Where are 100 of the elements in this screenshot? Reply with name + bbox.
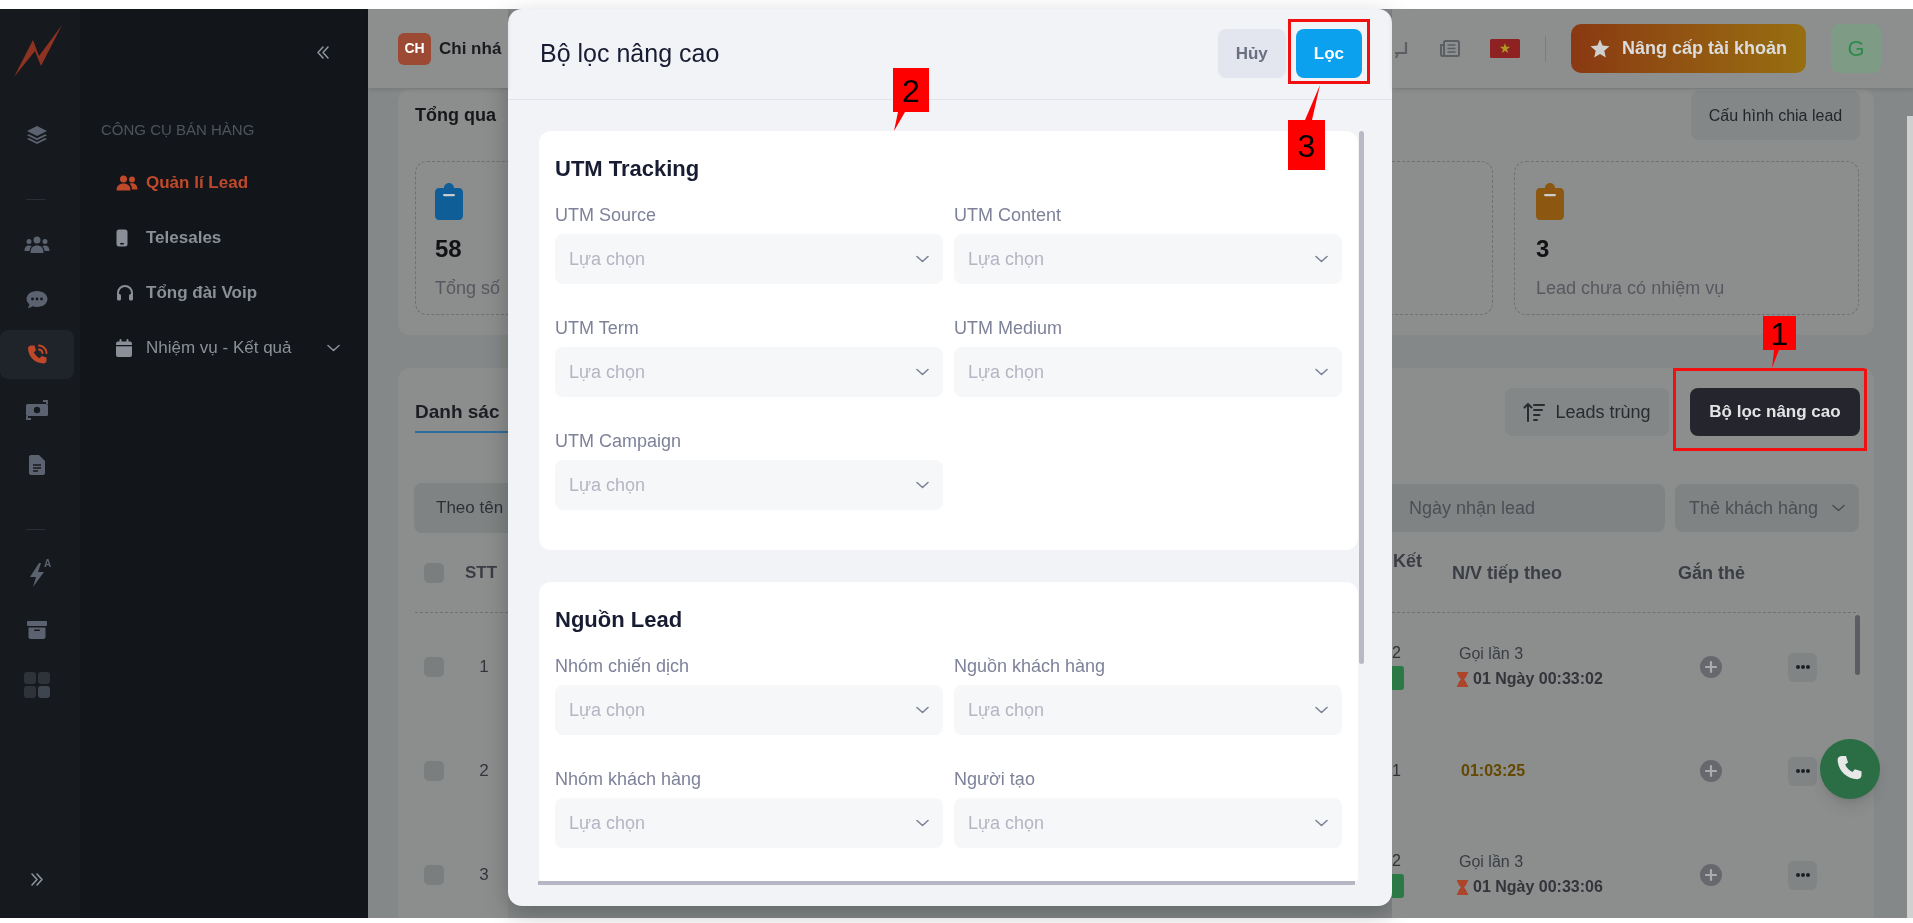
users-icon <box>24 235 50 254</box>
callout-label: 2 <box>893 68 930 132</box>
chevron-down-icon <box>1315 255 1328 263</box>
chevron-down-icon[interactable] <box>327 343 340 352</box>
hourglass-icon <box>1457 879 1468 895</box>
apply-filter-button[interactable]: Lọc <box>1295 29 1362 78</box>
field-label: UTM Medium <box>954 317 1063 340</box>
sort-icon <box>1523 402 1546 422</box>
logo-icon <box>14 25 62 77</box>
calendar-icon <box>116 338 132 357</box>
plus-circle-icon[interactable] <box>1700 864 1722 886</box>
field-label: Nguồn khách hàng <box>954 655 1107 678</box>
headphones-icon <box>116 284 134 301</box>
phone-icon <box>26 344 48 365</box>
select-field[interactable]: Lựa chọn <box>954 798 1342 848</box>
select-field[interactable]: Lựa chọn <box>555 798 943 848</box>
callout-label: 1 <box>1763 316 1797 369</box>
rail-item[interactable] <box>0 330 74 379</box>
document-icon <box>29 454 45 475</box>
branch-name[interactable]: Chi nhá <box>439 35 502 62</box>
select-field[interactable]: Lựa chọn <box>954 685 1342 735</box>
config-button[interactable]: Cấu hình chia lead <box>1691 91 1860 140</box>
select-field[interactable]: Lựa chọn <box>555 685 943 735</box>
plus-circle-icon[interactable] <box>1700 656 1722 678</box>
ellipsis-icon <box>1795 769 1810 773</box>
field-label: Người tạo <box>954 768 1036 791</box>
column-header: N/V tiếp theo <box>1452 562 1563 584</box>
advanced-filter-button[interactable]: Bộ lọc nâng cao <box>1690 388 1860 436</box>
newspaper-icon[interactable] <box>1440 39 1460 58</box>
select-field[interactable]: Lựa chọn <box>555 460 943 510</box>
scrollbar-thumb[interactable] <box>1907 116 1913 918</box>
modal-title: Bộ lọc nâng cao <box>540 38 720 69</box>
plus-circle-icon[interactable] <box>1700 760 1722 782</box>
callout-label: 3 <box>1288 85 1326 171</box>
cancel-button[interactable]: Hủy <box>1217 29 1286 78</box>
chevron-down-icon <box>1315 706 1328 714</box>
more-button[interactable] <box>1788 860 1817 890</box>
section-title: CÔNG CỤ BÁN HÀNG <box>101 120 256 140</box>
sidebar-item[interactable]: Nhiệm vụ - Kết quả <box>101 320 340 375</box>
more-button[interactable] <box>1788 756 1817 786</box>
column-header: Gắn thẻ <box>1678 561 1746 584</box>
chevron-down-icon <box>1832 504 1845 512</box>
upgrade-button[interactable]: Nâng cấp tài khoản <box>1571 24 1806 73</box>
select-field[interactable]: Lựa chọn <box>954 347 1342 397</box>
users-icon <box>116 174 138 191</box>
column-header: STT <box>465 562 498 584</box>
rail-item[interactable]: A <box>0 550 74 599</box>
section-heading: Nguồn Lead <box>555 606 684 634</box>
countdown-text: 01 Ngày 00:33:06 <box>1473 877 1603 897</box>
chevron-down-icon <box>916 368 929 376</box>
table-cell-text: 2 <box>478 760 490 783</box>
hourglass-icon <box>1457 671 1468 687</box>
table-cell: 1 <box>1392 762 1401 780</box>
chevron-down-icon <box>916 706 929 714</box>
section-heading: UTM Tracking <box>555 155 701 183</box>
select-field[interactable]: Lựa chọn <box>954 234 1342 284</box>
letter-label: A <box>44 559 52 569</box>
task-title: Gọi lần 3 <box>1458 644 1524 664</box>
layers-icon <box>26 124 48 145</box>
mobile-icon <box>116 228 128 247</box>
select-field[interactable]: Lựa chọn <box>555 347 943 397</box>
grid-icon <box>24 671 50 698</box>
flag-icon[interactable] <box>1490 39 1520 58</box>
sidebar-item[interactable]: Quản lí Lead <box>101 155 340 210</box>
stat-value: 3 <box>1536 234 1550 264</box>
collapse-icon[interactable] <box>315 45 330 60</box>
chevron-down-icon <box>916 481 929 489</box>
money-icon <box>24 399 50 420</box>
table-cell: 2 <box>1392 644 1401 662</box>
chevron-down-icon <box>916 255 929 263</box>
ellipsis-icon <box>1795 665 1810 669</box>
star-icon <box>1589 39 1610 58</box>
more-button[interactable] <box>1788 652 1817 682</box>
field-label: UTM Campaign <box>555 430 683 453</box>
chevron-down-icon <box>916 819 929 827</box>
sidebar-item[interactable]: Telesales <box>101 210 340 265</box>
field-label: Nhóm khách hàng <box>555 768 703 791</box>
filter-field[interactable]: Theo tên <box>414 483 508 533</box>
table-cell-text: 1 <box>478 656 490 679</box>
field-label: UTM Content <box>954 204 1063 227</box>
scrollbar-thumb[interactable] <box>538 881 1355 885</box>
chevron-down-icon <box>1315 819 1328 827</box>
bolt-icon <box>29 562 45 587</box>
select-field[interactable]: Lựa chọn <box>555 234 943 284</box>
chat-icon <box>26 290 48 309</box>
field-label: Nhóm chiến dịch <box>555 655 691 678</box>
table-cell: 2 <box>1392 852 1401 870</box>
scrollbar-thumb[interactable] <box>1855 615 1860 675</box>
scrollbar-thumb[interactable] <box>1359 131 1364 664</box>
chevron-down-icon <box>1315 368 1328 376</box>
timer-text: 01:03:25 <box>1460 761 1526 781</box>
sidebar-item[interactable]: Tổng đài Voip <box>101 265 340 320</box>
field-label: UTM Term <box>555 317 640 340</box>
field-label: UTM Source <box>555 204 658 227</box>
table-cell-text: 3 <box>478 864 490 887</box>
stat-value: 58 <box>435 234 462 264</box>
duplicates-button[interactable]: Leads trùng <box>1505 388 1669 436</box>
countdown-text: 01 Ngày 00:33:02 <box>1473 669 1603 689</box>
expand-icon[interactable] <box>30 872 45 887</box>
column-header: Kết <box>1392 550 1423 572</box>
